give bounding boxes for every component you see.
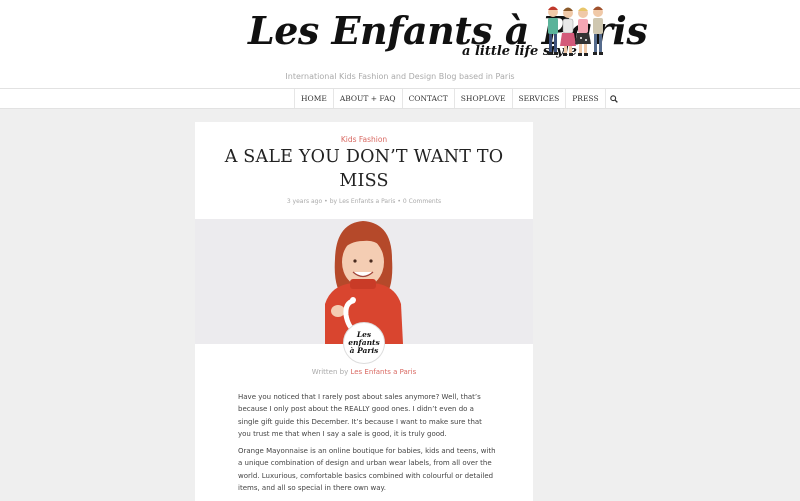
nav-about-faq[interactable]: ABOUT + FAQ (334, 89, 403, 108)
nav-contact[interactable]: CONTACT (403, 89, 455, 108)
nav-shoplove[interactable]: SHOPLOVE (455, 89, 513, 108)
site-header: Les Enfants à Paris a little life style (0, 0, 800, 88)
post-paragraph: Orange Mayonnaise is an online boutique … (238, 447, 496, 493)
post-title[interactable]: A SALE YOU DON’T WANT TO MISS (209, 145, 519, 193)
post-card: Kids Fashion A SALE YOU DON’T WANT TO MI… (195, 122, 533, 501)
badge-line-3: à Paris (349, 346, 379, 355)
post-author-link[interactable]: Les Enfants a Paris (339, 198, 395, 205)
nav-services[interactable]: SERVICES (513, 89, 567, 108)
post-paragraph: Have you noticed that I rarely post abou… (238, 393, 482, 439)
nav-home[interactable]: HOME (295, 89, 334, 108)
post-meta: 3 years ago • by Les Enfants a Paris • 0 Com… (286, 198, 442, 205)
logo-illustration (548, 6, 603, 56)
main-menu: HOME ABOUT + FAQ CONTACT SHOPLOVE SERVIC… (294, 89, 623, 108)
written-by-prefix: Written by (311, 368, 349, 376)
site-badge-logo: Les enfants à Paris (343, 322, 385, 364)
post-time: 3 years ago (286, 198, 323, 205)
written-by-author-link[interactable]: Les Enfants a Paris (350, 368, 416, 376)
search-icon (610, 94, 618, 103)
site-tagline: International Kids Fashion and Design Bl… (285, 72, 515, 81)
post-category-link[interactable]: Kids Fashion (195, 135, 533, 144)
nav-press[interactable]: PRESS (566, 89, 606, 108)
main-navigation-bar: HOME ABOUT + FAQ CONTACT SHOPLOVE SERVIC… (0, 88, 800, 109)
post-comments-link[interactable]: 0 Comments (403, 198, 441, 205)
post-by-prefix: by (329, 198, 338, 205)
nav-search-button[interactable] (606, 89, 623, 108)
post-written-by: Written by Les Enfants a Paris (195, 368, 533, 376)
